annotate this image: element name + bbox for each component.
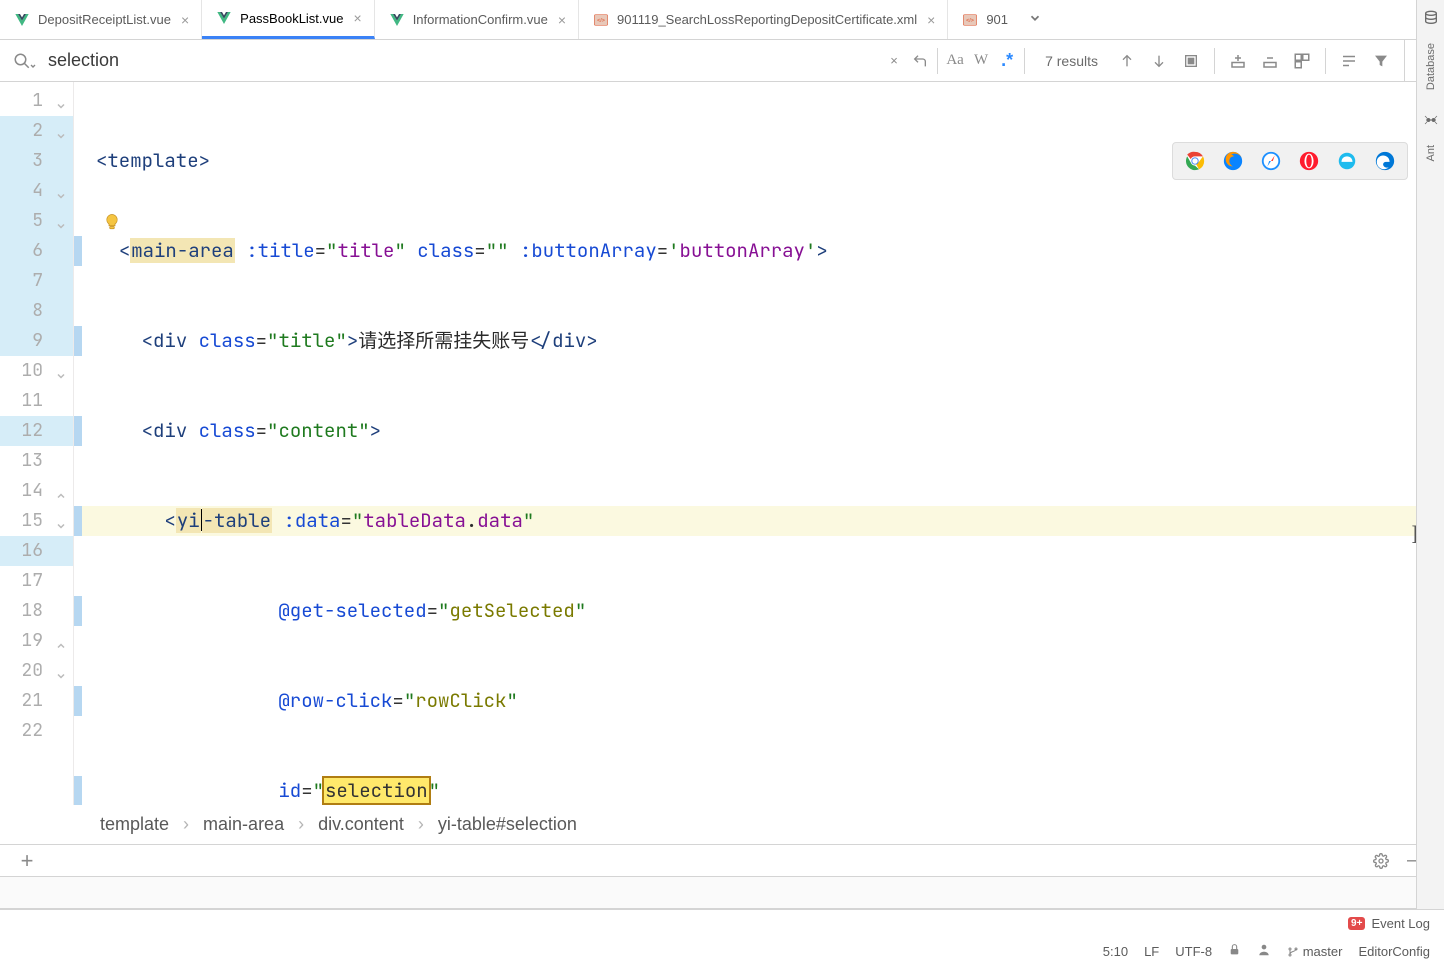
svg-text:</>: </> — [966, 18, 974, 24]
tab-label: 901 — [986, 12, 1008, 27]
close-icon[interactable]: × — [352, 10, 364, 26]
line-number: 18 — [0, 596, 73, 626]
status-bar-2: 5:10 LF UTF-8 master EditorConfig — [0, 937, 1444, 965]
line-number: 4 — [0, 176, 73, 206]
database-tool-label[interactable]: Database — [1425, 43, 1437, 90]
filter-icon[interactable] — [1368, 48, 1394, 74]
prev-match-icon[interactable] — [1114, 48, 1140, 74]
add-selection-icon[interactable] — [1225, 48, 1251, 74]
line-number: 20 — [0, 656, 73, 686]
tab-depositreceipt[interactable]: DepositReceiptList.vue × — [0, 0, 202, 39]
line-number: 1 — [0, 86, 73, 116]
close-icon[interactable]: × — [925, 12, 937, 28]
ant-tool-label[interactable]: Ant — [1425, 145, 1437, 162]
line-number: 14 — [0, 476, 73, 506]
right-tool-strip: Database Ant — [1416, 0, 1444, 909]
line-number: 15 — [0, 506, 73, 536]
breadcrumb: template› main-area› div.content› yi-tab… — [0, 805, 1444, 845]
gutter[interactable]: 1 2 3 4 5 6 7 8 9 10 11 12 13 14 15 16 1… — [0, 82, 74, 805]
tab-label: InformationConfirm.vue — [413, 12, 548, 27]
line-number: 19 — [0, 626, 73, 656]
firefox-icon[interactable] — [1221, 149, 1245, 173]
opera-icon[interactable] — [1297, 149, 1321, 173]
remove-selection-icon[interactable] — [1257, 48, 1283, 74]
line-number: 12 — [0, 416, 73, 446]
encoding[interactable]: UTF-8 — [1175, 944, 1212, 959]
regex-icon[interactable]: .* — [994, 48, 1020, 74]
line-number: 22 — [0, 716, 73, 746]
git-branch[interactable]: master — [1287, 944, 1342, 959]
search-input[interactable] — [48, 50, 508, 71]
tab-label: DepositReceiptList.vue — [38, 12, 171, 27]
tool-window-bar: + — — [0, 845, 1444, 877]
line-number: 11 — [0, 386, 73, 416]
next-match-icon[interactable] — [1146, 48, 1172, 74]
xml-icon: </> — [593, 12, 609, 28]
xml-icon: </> — [962, 12, 978, 28]
line-number: 21 — [0, 686, 73, 716]
line-number: 7 — [0, 266, 73, 296]
gear-icon[interactable] — [1368, 848, 1394, 874]
svg-text:</>: </> — [597, 18, 605, 24]
vue-icon — [216, 10, 232, 26]
find-bar: × Aa W .* 7 results × — [0, 40, 1444, 82]
tab-label: PassBookList.vue — [240, 11, 343, 26]
chrome-icon[interactable] — [1183, 149, 1207, 173]
line-number: 17 — [0, 566, 73, 596]
line-number: 2 — [0, 116, 73, 146]
ant-tool-icon[interactable] — [1423, 112, 1439, 131]
editorconfig[interactable]: EditorConfig — [1358, 944, 1430, 959]
breadcrumb-item[interactable]: div.content — [318, 814, 404, 835]
editor-tabs: DepositReceiptList.vue × PassBookList.vu… — [0, 0, 1444, 40]
breadcrumb-item[interactable]: main-area — [203, 814, 284, 835]
notification-badge: 9+ — [1348, 917, 1365, 930]
tab-passbook[interactable]: PassBookList.vue × — [202, 0, 375, 39]
line-number: 10 — [0, 356, 73, 386]
words-icon[interactable]: W — [968, 48, 994, 74]
tab-xml-901119[interactable]: </> 901119_SearchLossReportingDepositCer… — [579, 0, 948, 39]
browser-preview-icons — [1172, 142, 1408, 180]
lock-icon[interactable] — [1228, 943, 1241, 959]
editor: 1 2 3 4 5 6 7 8 9 10 11 12 13 14 15 16 1… — [0, 82, 1444, 805]
add-icon[interactable]: + — [14, 848, 40, 874]
select-all-icon[interactable] — [1178, 48, 1204, 74]
close-icon[interactable]: × — [556, 12, 568, 28]
history-icon[interactable] — [907, 48, 933, 74]
edge-icon[interactable] — [1373, 149, 1397, 173]
match-case-icon[interactable]: Aa — [942, 48, 968, 74]
safari-icon[interactable] — [1259, 149, 1283, 173]
line-number: 3 — [0, 146, 73, 176]
breadcrumb-item[interactable]: template — [100, 814, 169, 835]
tab-label: 901119_SearchLossReportingDepositCertifi… — [617, 12, 917, 27]
clear-icon[interactable]: × — [881, 48, 907, 74]
git-user-icon[interactable] — [1257, 943, 1271, 960]
select-all-occurrences-icon[interactable] — [1289, 48, 1315, 74]
event-log-button[interactable]: 9+ Event Log — [1348, 916, 1430, 931]
line-number: 8 — [0, 296, 73, 326]
line-number: 16 — [0, 536, 73, 566]
line-number: 9 — [0, 326, 73, 356]
results-count: 7 results — [1045, 53, 1098, 69]
code-area[interactable]: <template> <main-area :title="title" cla… — [74, 82, 1444, 805]
line-number: 6 — [0, 236, 73, 266]
close-icon[interactable]: × — [179, 12, 191, 28]
tab-informationconfirm[interactable]: InformationConfirm.vue × — [375, 0, 579, 39]
scrollbar-area[interactable] — [0, 877, 1444, 909]
tabs-overflow[interactable] — [1018, 11, 1052, 28]
vue-icon — [14, 12, 30, 28]
line-number: 5 — [0, 206, 73, 236]
intention-bulb-icon[interactable] — [101, 211, 121, 231]
line-separator[interactable]: LF — [1144, 944, 1159, 959]
line-number: 13 — [0, 446, 73, 476]
search-icon[interactable] — [12, 48, 38, 74]
breadcrumb-item[interactable]: yi-table#selection — [438, 814, 577, 835]
show-options-icon[interactable] — [1336, 48, 1362, 74]
caret-position[interactable]: 5:10 — [1103, 944, 1128, 959]
ie-icon[interactable] — [1335, 149, 1359, 173]
database-tool-icon[interactable] — [1423, 10, 1439, 29]
status-bar: 9+ Event Log — [0, 909, 1444, 937]
vue-icon — [389, 12, 405, 28]
tab-xml-901[interactable]: </> 901 — [948, 0, 1018, 39]
